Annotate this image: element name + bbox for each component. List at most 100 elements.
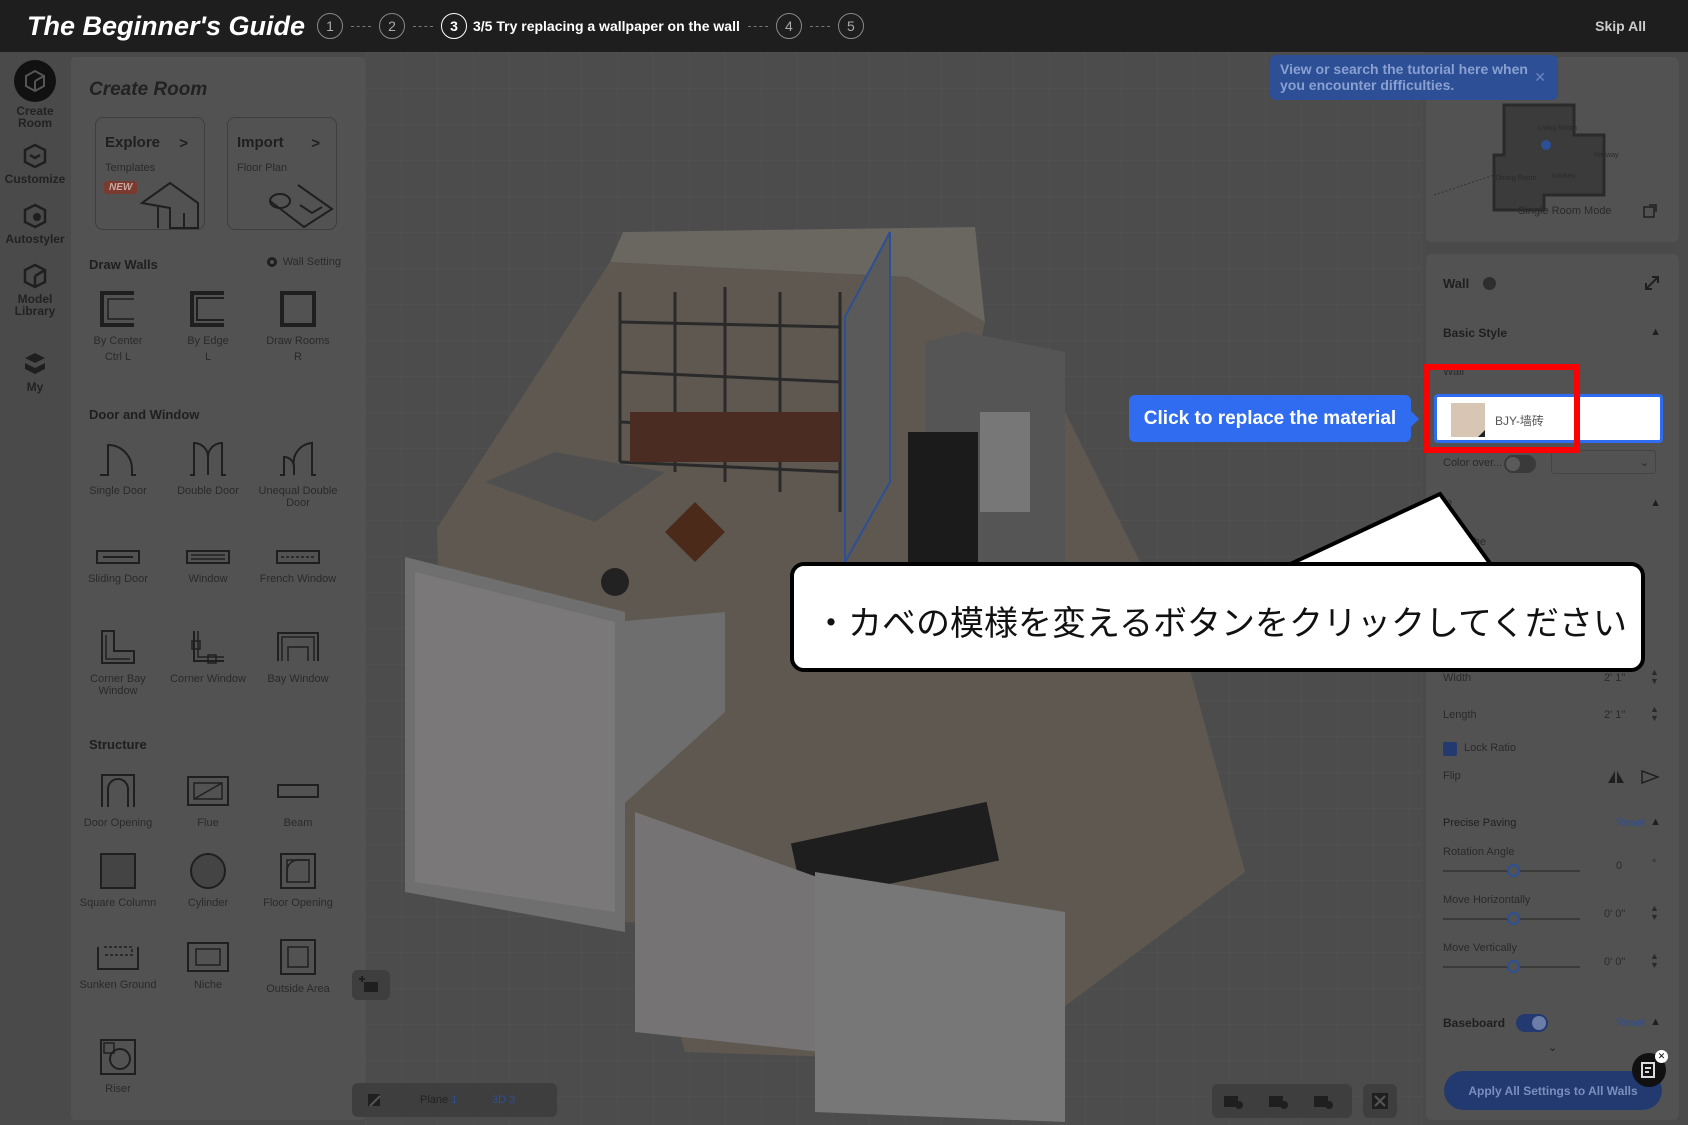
door-window-title: Door and Window — [89, 407, 200, 422]
step-4[interactable]: 4 — [775, 13, 802, 39]
outside-area-icon — [280, 939, 316, 975]
expand-more-icon[interactable]: ⌄ — [1548, 1041, 1557, 1054]
collapse-arrow-icon[interactable]: ▲ — [1650, 816, 1661, 828]
edit-note-icon — [1641, 1062, 1655, 1078]
tool-corner-window[interactable]: Corner Window — [163, 627, 253, 685]
lock-ratio-checkbox[interactable] — [1443, 742, 1457, 756]
move-v-stepper[interactable]: ▲ ▼ — [1650, 952, 1659, 970]
create-room-panel: Create Room Explore > Templates NEW Impo… — [71, 57, 365, 1120]
rail-autostyler[interactable]: Autostyler — [0, 202, 70, 245]
tool-flue[interactable]: Flue — [163, 771, 253, 829]
step-1[interactable]: 1 — [317, 13, 343, 39]
length-stepper[interactable]: ▲ ▼ — [1650, 705, 1659, 723]
chevron-right-icon: > — [179, 135, 188, 152]
tool-sunken-ground[interactable]: Sunken Ground — [73, 941, 163, 991]
basic-style-header[interactable]: Basic Style — [1443, 326, 1507, 340]
tool-cylinder[interactable]: Cylinder — [163, 851, 253, 909]
step-divider — [413, 25, 433, 27]
close-icon[interactable]: ✕ — [1655, 1050, 1668, 1063]
model-library-icon — [23, 263, 47, 289]
riser-icon — [100, 1039, 136, 1075]
rotation-slider[interactable] — [1443, 864, 1580, 877]
chevron-right-icon: > — [311, 135, 320, 152]
rail-my[interactable]: My — [0, 350, 70, 393]
autostyler-icon — [23, 203, 47, 229]
color-select[interactable]: ⌄ — [1551, 450, 1656, 474]
tool-french-window[interactable]: French Window — [253, 547, 343, 585]
tool-unequal-double-door[interactable]: Unequal Double Door — [253, 439, 343, 509]
tool-double-door[interactable]: Double Door — [163, 439, 253, 497]
info-icon[interactable] — [1483, 277, 1496, 290]
import-floor-plan-card[interactable]: Import > Floor Plan — [227, 117, 337, 230]
tool-floor-opening[interactable]: Floor Opening — [253, 851, 343, 909]
draw-rooms-icon — [280, 291, 316, 327]
close-icon[interactable]: ✕ — [1534, 69, 1546, 85]
tool-corner-bay-window[interactable]: Corner Bay Window — [73, 627, 163, 697]
tool-beam[interactable]: Beam — [253, 771, 343, 829]
move-v-slider[interactable] — [1443, 960, 1580, 973]
view-3d-option[interactable]: 3D 3 — [492, 1094, 515, 1106]
tool-door-opening[interactable]: Door Opening — [73, 771, 163, 829]
step-divider — [351, 25, 371, 27]
paving-reset-button[interactable]: Reset — [1616, 817, 1645, 829]
camera-list-icon — [1314, 1096, 1333, 1109]
baseboard-toggle[interactable] — [1516, 1014, 1548, 1032]
move-h-slider[interactable] — [1443, 912, 1580, 925]
french-window-icon — [276, 550, 320, 564]
move-h-stepper[interactable]: ▲ ▼ — [1650, 904, 1659, 922]
step-divider — [747, 25, 768, 27]
color-overlay-toggle[interactable] — [1504, 455, 1536, 473]
blueprint-roll-icon — [269, 184, 334, 229]
tool-by-edge[interactable]: By Edge L — [163, 289, 253, 363]
tool-single-door[interactable]: Single Door — [73, 439, 163, 497]
tool-window[interactable]: Window — [163, 547, 253, 585]
baseboard-reset-button[interactable]: Reset — [1616, 1017, 1645, 1029]
door-opening-icon — [101, 774, 135, 807]
tool-niche[interactable]: Niche — [163, 941, 253, 991]
flip-horizontal-icon — [1608, 771, 1624, 783]
tool-bay-window[interactable]: Bay Window — [253, 627, 343, 685]
flue-icon — [187, 776, 229, 806]
move-h-value[interactable]: 0' 0" — [1604, 908, 1625, 920]
square-column-icon — [100, 853, 136, 889]
explore-templates-card[interactable]: Explore > Templates NEW — [95, 117, 205, 230]
props-title: Wall — [1443, 276, 1470, 291]
collapse-arrow-icon[interactable]: ▲ — [1650, 1016, 1661, 1028]
view-plane-option[interactable]: Plane 1 — [420, 1094, 457, 1106]
tool-outside-area[interactable]: Outside Area — [253, 937, 343, 995]
rail-create-room[interactable]: Create Room — [0, 60, 70, 129]
niche-icon — [187, 942, 229, 972]
corner-bay-window-icon — [101, 630, 135, 664]
fullscreen-button[interactable] — [1363, 1084, 1397, 1118]
double-door-icon — [190, 441, 226, 476]
move-v-value[interactable]: 0' 0" — [1604, 956, 1625, 968]
bay-window-icon — [277, 632, 319, 661]
skip-all-button[interactable]: Skip All — [1595, 18, 1646, 34]
rail-model-library[interactable]: Model Library — [0, 262, 70, 317]
tool-square-column[interactable]: Square Column — [73, 851, 163, 909]
view-mode-switch[interactable]: Plane 1 3D 3 — [352, 1083, 557, 1117]
camera-settings-icon — [1269, 1096, 1288, 1109]
step-5[interactable]: 5 — [837, 13, 864, 39]
width-value[interactable]: 2' 1" — [1604, 672, 1625, 684]
tool-riser[interactable]: Riser — [73, 1037, 163, 1095]
width-stepper[interactable]: ▲ ▼ — [1650, 668, 1659, 686]
length-value[interactable]: 2' 1" — [1604, 709, 1625, 721]
tool-sliding-door[interactable]: Sliding Door — [73, 547, 163, 585]
step-2[interactable]: 2 — [379, 13, 405, 39]
wall-setting-button[interactable]: Wall Setting — [265, 255, 341, 269]
step-3[interactable]: 3 3/5 Try replacing a wallpaper on the wa… — [441, 13, 740, 39]
rotation-value[interactable]: 0 — [1616, 860, 1622, 872]
draw-walls-title: Draw Walls — [89, 257, 158, 272]
rail-customize[interactable]: Customize — [0, 142, 70, 185]
collapse-arrow-icon[interactable]: ▲ — [1650, 497, 1661, 509]
collapse-arrow-icon[interactable]: ▲ — [1650, 326, 1661, 338]
window-icon — [186, 550, 230, 564]
sliding-door-icon — [96, 550, 140, 564]
step-indicator: 1 2 3 3/5 Try replacing a wallpaper on th… — [317, 13, 864, 39]
add-floor-button[interactable] — [352, 970, 390, 1000]
single-room-mode-button[interactable]: Single Room Mode — [1518, 205, 1612, 217]
apply-all-walls-button[interactable]: Apply All Settings to All Walls — [1444, 1071, 1662, 1110]
tool-by-center[interactable]: By Center Ctrl L — [73, 289, 163, 363]
tool-draw-rooms[interactable]: Draw Rooms R — [253, 289, 343, 363]
